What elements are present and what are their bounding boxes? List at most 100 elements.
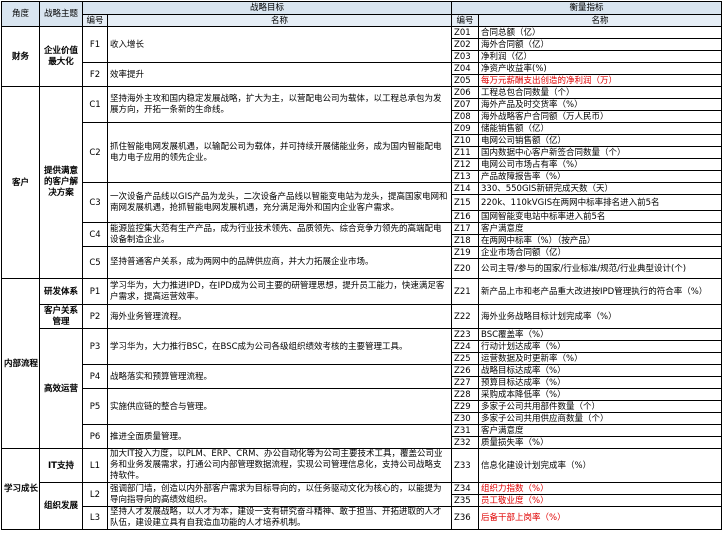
measure-code: Z02 <box>451 38 480 51</box>
measure-name: 客户满意度 <box>478 222 722 235</box>
theme-header: 战略主题 <box>39 1 83 27</box>
measure-name: 质量损失率（%） <box>478 436 722 449</box>
measure-code: Z15 <box>451 194 480 211</box>
dimension-header: 角度 <box>1 1 40 27</box>
measure-code: Z26 <box>451 364 480 377</box>
measure-code: Z33 <box>451 448 480 483</box>
objective-code: C2 <box>82 122 108 183</box>
measure-code: Z17 <box>451 222 480 235</box>
objective-code: L1 <box>82 448 108 483</box>
measure-code: Z06 <box>451 86 480 99</box>
objective-code: P1 <box>82 278 108 305</box>
objective-code: P5 <box>82 388 108 425</box>
measure-code: Z12 <box>451 158 480 171</box>
measure-code: Z31 <box>451 424 480 437</box>
theme-rd: 研发体系 <box>39 278 83 305</box>
objective-name: 坚持人才发展战略，以人才为本，建设一支有研究奋斗精神、敢于担当、开拓进取的人才队… <box>106 506 453 530</box>
measure-name: 预算目标达成率（%） <box>478 376 722 389</box>
measure-name: 海外产品及时交货率（%） <box>478 98 722 111</box>
objective-code: P2 <box>82 304 108 329</box>
measure-name: 组织力指数（%） <box>478 482 722 495</box>
measure-name: 储能销售额（亿） <box>478 122 722 135</box>
theme-crm: 客户关系管理 <box>39 304 83 329</box>
measure-name: 在两网中标率（%）（按产品） <box>478 234 722 247</box>
objective-code: P3 <box>82 328 108 365</box>
measure-code: Z19 <box>451 246 480 259</box>
measure-name: 后备干部上岗率（%） <box>478 506 722 530</box>
measure-code: Z24 <box>451 340 480 353</box>
measure-name: 海外战略客户合同额（万人民币） <box>478 110 722 123</box>
dimension-customer: 客户 <box>1 86 40 279</box>
measure-code: Z34 <box>451 482 480 495</box>
objective-name: 能源监控集大范有生产产品，成为行业技术领先、品质领先、综合竞争力领先的高端配电设… <box>106 222 453 247</box>
objective-name: 学习华为，大力推进IPD，在IPD成为公司主要的研管理思想，提升员工能力，快速满… <box>106 278 453 305</box>
objective-name: 海外业务管理流程。 <box>106 304 453 329</box>
dimension-finance: 财务 <box>1 26 40 87</box>
measure-name: 信息化建设计划完成率（%） <box>478 448 722 483</box>
measure-code: Z29 <box>451 400 480 413</box>
measure-name: 行动计划达成率（%） <box>478 340 722 353</box>
measure-name: 工程总包合同数量（个） <box>478 86 722 99</box>
objective-name: 抓住智能电网发展机遇，以输配公司为载体，并可持续开展储能业务，成为国内智能配电电… <box>106 122 453 183</box>
measure-name: 330、550GIS新研完成天数（天） <box>478 182 722 195</box>
measure-code: Z11 <box>451 146 480 159</box>
measure-name: 产品故障报告率（%） <box>478 170 722 183</box>
measure-code: Z16 <box>451 210 480 223</box>
measure-code: Z28 <box>451 388 480 401</box>
objective-code-header: 编号 <box>82 14 108 27</box>
measure-name: 海外合同额（亿） <box>478 38 722 51</box>
objective-name: 效率提升 <box>106 62 453 87</box>
measure-name-header: 名称 <box>478 14 722 27</box>
dimension-learning: 学习成长 <box>1 448 40 530</box>
measure-code: Z04 <box>451 62 480 75</box>
measure-name: 合同总额（亿） <box>478 26 722 39</box>
objective-name: 坚持海外主攻和国内稳定发展战略，扩大为主，以营配电公司为载体，以工程总承包为发展… <box>106 86 453 123</box>
objective-name: 实施供应链的整合与管理。 <box>106 388 453 425</box>
objective-code: C1 <box>82 86 108 123</box>
measure-code: Z09 <box>451 122 480 135</box>
measure-code: Z14 <box>451 182 480 195</box>
measure-name: 新产品上市和老产品重大改进按IPD管理执行的符合率（%） <box>478 278 722 305</box>
measure-code: Z01 <box>451 26 480 39</box>
theme-customer-solution: 提供满意的客户解决方案 <box>39 86 83 279</box>
objective-code: L2 <box>82 482 108 507</box>
objective-name: 推进全面质量管理。 <box>106 424 453 449</box>
measure-code: Z36 <box>451 506 480 530</box>
measure-code-header: 编号 <box>451 14 480 27</box>
measure-name: 220k、110kVGIS在两网中标率排名进入前5名 <box>478 194 722 211</box>
measure-name: 电网公司销售额（亿） <box>478 134 722 147</box>
measure-name: 国内数据中心客户新签合同数量（个） <box>478 146 722 159</box>
measure-name: BSC覆盖率（%） <box>478 328 722 341</box>
strategy-map-table: 角度 战略主题 战略目标 衡量指标 编号 名称 编号 名称 财务 企业价值最大化… <box>1 1 722 530</box>
objective-code: C4 <box>82 222 108 247</box>
objective-name: 战略落实和预算管理流程。 <box>106 364 453 389</box>
measure-name: 公司主导/参与的国家/行业标准/规范/行业典型设计(个) <box>478 258 722 279</box>
objective-name: 收入增长 <box>106 26 453 63</box>
measure-name: 净资产收益率(%) <box>478 62 722 75</box>
objective-code: F2 <box>82 62 108 87</box>
measure-code: Z10 <box>451 134 480 147</box>
objective-header: 战略目标 <box>81 1 453 15</box>
measure-code: Z08 <box>451 110 480 123</box>
theme-value-max: 企业价值最大化 <box>39 26 83 87</box>
objective-code: F1 <box>82 26 108 63</box>
measure-code: Z35 <box>451 494 480 507</box>
measure-name: 国网智能变电站中标率进入前5名 <box>478 210 722 223</box>
theme-org: 组织发展 <box>39 482 83 530</box>
measure-name: 海外业务战略目标计划完成率（%） <box>478 304 722 329</box>
measure-name: 采购成本降低率（%） <box>478 388 722 401</box>
theme-it: IT支持 <box>39 448 83 483</box>
measure-code: Z21 <box>451 278 480 305</box>
measure-code: Z13 <box>451 170 480 183</box>
measure-code: Z07 <box>451 98 480 111</box>
measure-name: 企业市场合同额（亿） <box>478 246 722 259</box>
objective-code: P4 <box>82 364 108 389</box>
measure-code: Z05 <box>451 74 480 87</box>
objective-name: 学习华为，大力推行BSC，在BSC成为公司各级组织绩效考核的主要管理工具。 <box>106 328 453 365</box>
measure-code: Z23 <box>451 328 480 341</box>
measure-name: 多家子公司共用供应商数量（个） <box>478 412 722 425</box>
measure-code: Z30 <box>451 412 480 425</box>
measure-code: Z18 <box>451 234 480 247</box>
measure-code: Z03 <box>451 50 480 63</box>
objective-name-header: 名称 <box>106 14 453 27</box>
